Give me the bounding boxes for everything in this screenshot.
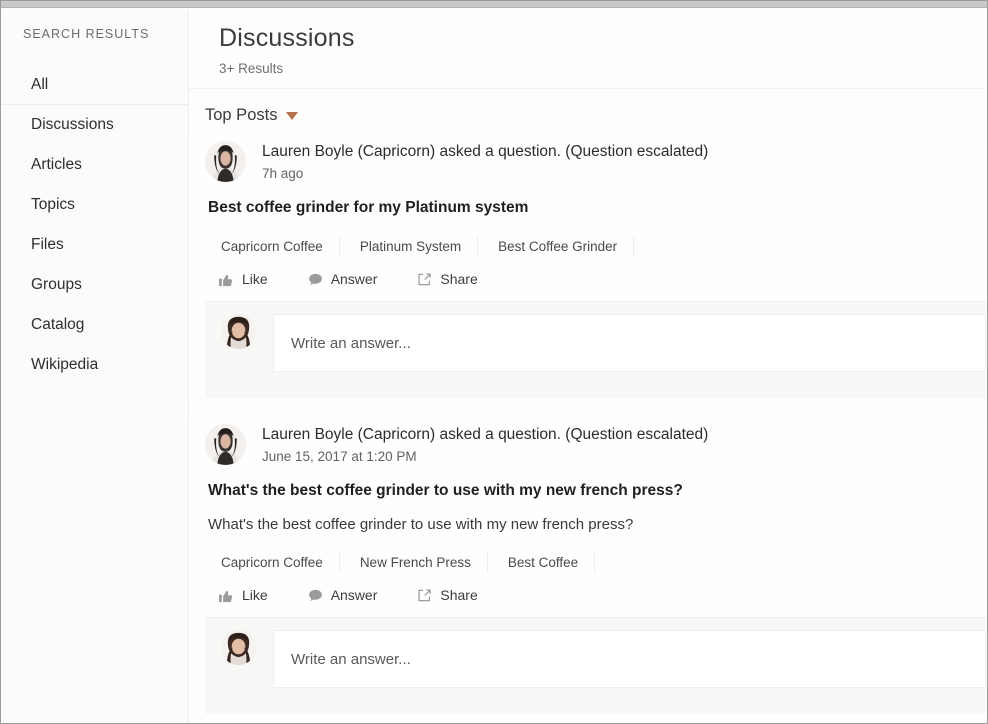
sidebar-item-label: Wikipedia [31, 356, 99, 373]
sidebar: SEARCH RESULTS All Discussions Articles … [2, 9, 188, 723]
sidebar-item-discussions[interactable]: Discussions [2, 105, 188, 145]
sidebar-item-wikipedia[interactable]: Wikipedia [2, 345, 188, 385]
like-button[interactable]: Like [219, 271, 268, 287]
app-window: SEARCH RESULTS All Discussions Articles … [0, 0, 988, 724]
like-button[interactable]: Like [219, 587, 268, 603]
sort-control[interactable]: Top Posts [189, 89, 986, 137]
sidebar-item-topics[interactable]: Topics [2, 185, 188, 225]
tag-list: Capricorn Coffee New French Press Best C… [205, 552, 986, 573]
thumbs-up-icon [219, 272, 234, 287]
share-button[interactable]: Share [417, 271, 478, 287]
sidebar-item-label: Discussions [31, 116, 114, 133]
post-header: Lauren Boyle (Capricorn) asked a questio… [205, 420, 986, 465]
post-meta: Lauren Boyle (Capricorn) asked a questio… [262, 424, 708, 464]
sidebar-item-label: Files [31, 236, 64, 253]
avatar [221, 314, 256, 349]
tag-list: Capricorn Coffee Platinum System Best Co… [205, 236, 986, 257]
answer-button[interactable]: Answer [308, 271, 378, 287]
sidebar-item-catalog[interactable]: Catalog [2, 305, 188, 345]
answer-placeholder: Write an answer... [291, 334, 411, 352]
sidebar-item-articles[interactable]: Articles [2, 145, 188, 185]
content-header: Discussions 3+ Results [189, 9, 986, 89]
speech-bubble-icon [308, 588, 323, 603]
sidebar-item-all[interactable]: All [2, 65, 188, 105]
post-title[interactable]: What's the best coffee grinder to use wi… [205, 482, 986, 500]
share-arrow-icon [417, 272, 432, 287]
chevron-down-icon[interactable] [286, 111, 299, 120]
share-label: Share [440, 271, 478, 287]
like-label: Like [242, 271, 268, 287]
answer-placeholder: Write an answer... [291, 650, 411, 668]
sidebar-item-label: Topics [31, 196, 75, 213]
answer-label: Answer [330, 271, 378, 287]
post-timestamp: June 15, 2017 at 1:20 PM [262, 448, 417, 464]
post-body: What's the best coffee grinder to use wi… [208, 516, 634, 533]
answer-composer: Write an answer... [205, 617, 986, 714]
answer-button[interactable]: Answer [308, 587, 378, 603]
post-timestamp: 7h ago [262, 165, 304, 181]
sidebar-heading: SEARCH RESULTS [23, 27, 150, 41]
answer-input[interactable]: Write an answer... [273, 314, 986, 372]
post-actions: Like Answer Share [205, 271, 986, 301]
main-content: Discussions 3+ Results Top Posts Lauren … [188, 9, 986, 723]
horizontal-scrollbar[interactable] [1, 1, 987, 8]
thumbs-up-icon [219, 588, 234, 603]
post-actions: Like Answer Share [205, 587, 986, 617]
like-label: Like [242, 587, 268, 603]
sidebar-item-files[interactable]: Files [2, 225, 188, 265]
post-item: Lauren Boyle (Capricorn) asked a questio… [189, 420, 986, 714]
post-header: Lauren Boyle (Capricorn) asked a questio… [205, 137, 986, 182]
results-count: 3+ Results [219, 61, 284, 76]
answer-label: Answer [330, 587, 378, 603]
sidebar-item-label: Groups [31, 276, 82, 293]
sidebar-nav: All Discussions Articles Topics Files Gr… [2, 65, 188, 385]
tag[interactable]: Best Coffee [506, 552, 596, 573]
avatar [205, 141, 246, 182]
answer-composer: Write an answer... [205, 301, 986, 398]
post-item: Lauren Boyle (Capricorn) asked a questio… [189, 137, 986, 398]
sidebar-item-label: All [31, 75, 49, 93]
speech-bubble-icon [308, 272, 323, 287]
post-title[interactable]: Best coffee grinder for my Platinum syst… [205, 199, 986, 217]
page-shell: SEARCH RESULTS All Discussions Articles … [2, 9, 986, 723]
share-arrow-icon [417, 588, 432, 603]
avatar [221, 630, 256, 665]
answer-input[interactable]: Write an answer... [273, 630, 986, 688]
post-divider [189, 398, 986, 420]
tag[interactable]: New French Press [358, 552, 488, 573]
tag[interactable]: Best Coffee Grinder [496, 236, 635, 257]
avatar [205, 424, 246, 465]
sidebar-item-label: Catalog [31, 316, 85, 333]
post-author[interactable]: Lauren Boyle (Capricorn) asked a questio… [262, 142, 708, 163]
sidebar-item-groups[interactable]: Groups [2, 265, 188, 305]
share-button[interactable]: Share [417, 587, 478, 603]
tag[interactable]: Capricorn Coffee [219, 552, 340, 573]
share-label: Share [440, 587, 478, 603]
sort-label: Top Posts [205, 106, 278, 124]
tag[interactable]: Platinum System [358, 236, 479, 257]
tag[interactable]: Capricorn Coffee [219, 236, 340, 257]
page-title: Discussions [219, 24, 355, 52]
post-meta: Lauren Boyle (Capricorn) asked a questio… [262, 141, 708, 181]
post-author[interactable]: Lauren Boyle (Capricorn) asked a questio… [262, 425, 708, 446]
sidebar-item-label: Articles [31, 156, 82, 173]
